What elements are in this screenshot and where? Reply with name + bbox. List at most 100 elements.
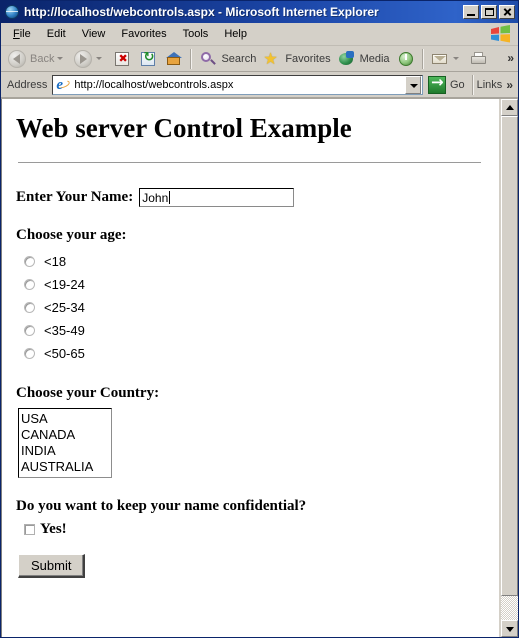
printer-icon (469, 49, 489, 69)
vertical-scrollbar[interactable] (500, 99, 518, 637)
windows-flag-icon (491, 25, 510, 43)
address-bar-label: Address (7, 78, 48, 91)
mail-icon (430, 49, 450, 69)
navigation-toolbar: Back Search Favorites Media (1, 46, 518, 72)
address-dropdown-chevron-down-icon[interactable] (404, 75, 421, 94)
radio-option-35-49[interactable]: <35-49 (24, 319, 489, 342)
browser-window: http://localhost/webcontrols.aspx - Micr… (0, 0, 519, 638)
radio-icon[interactable] (24, 302, 35, 313)
scroll-up-arrow-icon[interactable] (501, 99, 518, 116)
menu-item-view[interactable]: View (74, 26, 114, 42)
list-item[interactable]: USA (21, 411, 111, 427)
history-button[interactable] (393, 48, 419, 70)
search-icon (198, 49, 218, 69)
scrollbar-thumb[interactable] (501, 116, 518, 596)
back-button[interactable]: Back (4, 48, 70, 70)
go-arrow-icon (427, 73, 446, 94)
radio-option-19-24[interactable]: <19-24 (24, 273, 489, 296)
confidential-checkbox-row[interactable]: Yes! (24, 521, 489, 538)
page-title: Web server Control Example (16, 113, 352, 143)
name-input-value: John (142, 190, 169, 205)
address-input[interactable]: e http://localhost/webcontrols.aspx (52, 74, 423, 95)
scrollbar-track[interactable] (501, 116, 518, 620)
checkbox-icon[interactable] (24, 524, 35, 535)
toolbar-separator-2 (421, 48, 424, 69)
list-item[interactable]: AUSTRALIA (21, 459, 111, 475)
maximize-button[interactable] (481, 5, 497, 19)
menu-item-edit-label: Edit (46, 28, 66, 40)
refresh-button[interactable] (135, 48, 161, 70)
media-button-label: Media (359, 52, 390, 65)
go-button-label: Go (449, 78, 465, 91)
back-button-label: Back (30, 52, 55, 65)
search-button-label: Search (221, 52, 257, 65)
menu-item-favorites[interactable]: Favorites (113, 26, 174, 42)
name-input[interactable]: John (139, 188, 295, 207)
menu-item-view-label: View (81, 28, 106, 40)
address-input-value[interactable]: http://localhost/webcontrols.aspx (74, 79, 405, 91)
radio-label: <18 (44, 254, 67, 269)
menu-bar: File Edit View Favorites Tools Help (1, 23, 518, 46)
search-button[interactable]: Search (195, 48, 259, 70)
ie-globe-icon (4, 4, 20, 20)
media-icon (337, 49, 357, 69)
name-field-row: Enter Your Name: John (16, 188, 489, 207)
radio-icon[interactable] (24, 348, 35, 359)
forward-arrow-icon (73, 49, 93, 69)
list-item[interactable]: CANADA (21, 427, 111, 443)
radio-option-50-65[interactable]: <50-65 (24, 342, 489, 365)
back-arrow-icon (7, 49, 27, 69)
home-button[interactable] (161, 48, 187, 70)
toolbar-separator (190, 48, 193, 69)
menu-item-favorites-label: Favorites (121, 28, 167, 40)
links-overflow-chevron-icon[interactable]: » (506, 78, 513, 92)
menu-item-help-label: Help (224, 28, 247, 40)
checkbox-label: Yes! (40, 521, 67, 537)
stop-button[interactable] (109, 48, 135, 70)
radio-label: <35-49 (44, 323, 85, 338)
scroll-down-arrow-icon[interactable] (501, 620, 518, 637)
menu-item-tools-label: Tools (182, 28, 209, 40)
menu-item-help[interactable]: Help (216, 26, 255, 42)
minimize-button[interactable] (463, 5, 479, 19)
country-group-heading: Choose your Country: (16, 385, 160, 401)
horizontal-rule (18, 162, 481, 164)
menu-item-tools[interactable]: Tools (175, 26, 217, 42)
toolbar-overflow-chevron-icon[interactable]: » (507, 51, 514, 65)
media-button[interactable]: Media (334, 48, 393, 70)
go-button[interactable]: Go (423, 73, 469, 94)
radio-icon[interactable] (24, 256, 35, 267)
window-controls (463, 5, 516, 19)
favorites-button[interactable]: Favorites (259, 48, 333, 70)
links-button[interactable]: Links (477, 79, 503, 91)
radio-option-25-34[interactable]: <25-34 (24, 296, 489, 319)
mail-chevron-down-icon[interactable] (452, 57, 459, 60)
list-item[interactable]: INDIA (21, 443, 111, 459)
radio-label: <25-34 (44, 300, 85, 315)
history-clock-icon (396, 49, 416, 69)
menu-item-file[interactable]: File (5, 26, 39, 42)
radio-icon[interactable] (24, 279, 35, 290)
country-listbox[interactable]: USA CANADA INDIA AUSTRALIA (18, 408, 112, 478)
confidential-group-heading: Do you want to keep your name confidenti… (16, 498, 307, 514)
mail-button[interactable] (427, 48, 466, 70)
forward-button[interactable] (70, 48, 109, 70)
title-bar: http://localhost/webcontrols.aspx - Micr… (1, 1, 518, 23)
submit-button[interactable]: Submit (18, 554, 86, 578)
page-viewport: Web server Control Example Enter Your Na… (1, 98, 518, 637)
window-title: http://localhost/webcontrols.aspx - Micr… (24, 5, 379, 19)
close-button[interactable] (499, 5, 515, 19)
forward-history-chevron-down-icon[interactable] (96, 57, 103, 60)
radio-label: <50-65 (44, 346, 85, 361)
radio-option-under-18[interactable]: <18 (24, 250, 489, 273)
address-separator (471, 74, 474, 95)
favorites-button-label: Favorites (285, 52, 331, 65)
back-history-chevron-down-icon[interactable] (57, 57, 64, 60)
star-icon (262, 49, 282, 69)
home-icon (164, 49, 184, 69)
stop-icon (112, 49, 132, 69)
menu-item-edit[interactable]: Edit (39, 26, 74, 42)
print-button[interactable] (466, 48, 492, 70)
menu-item-file-label: ile (19, 28, 31, 40)
radio-icon[interactable] (24, 325, 35, 336)
